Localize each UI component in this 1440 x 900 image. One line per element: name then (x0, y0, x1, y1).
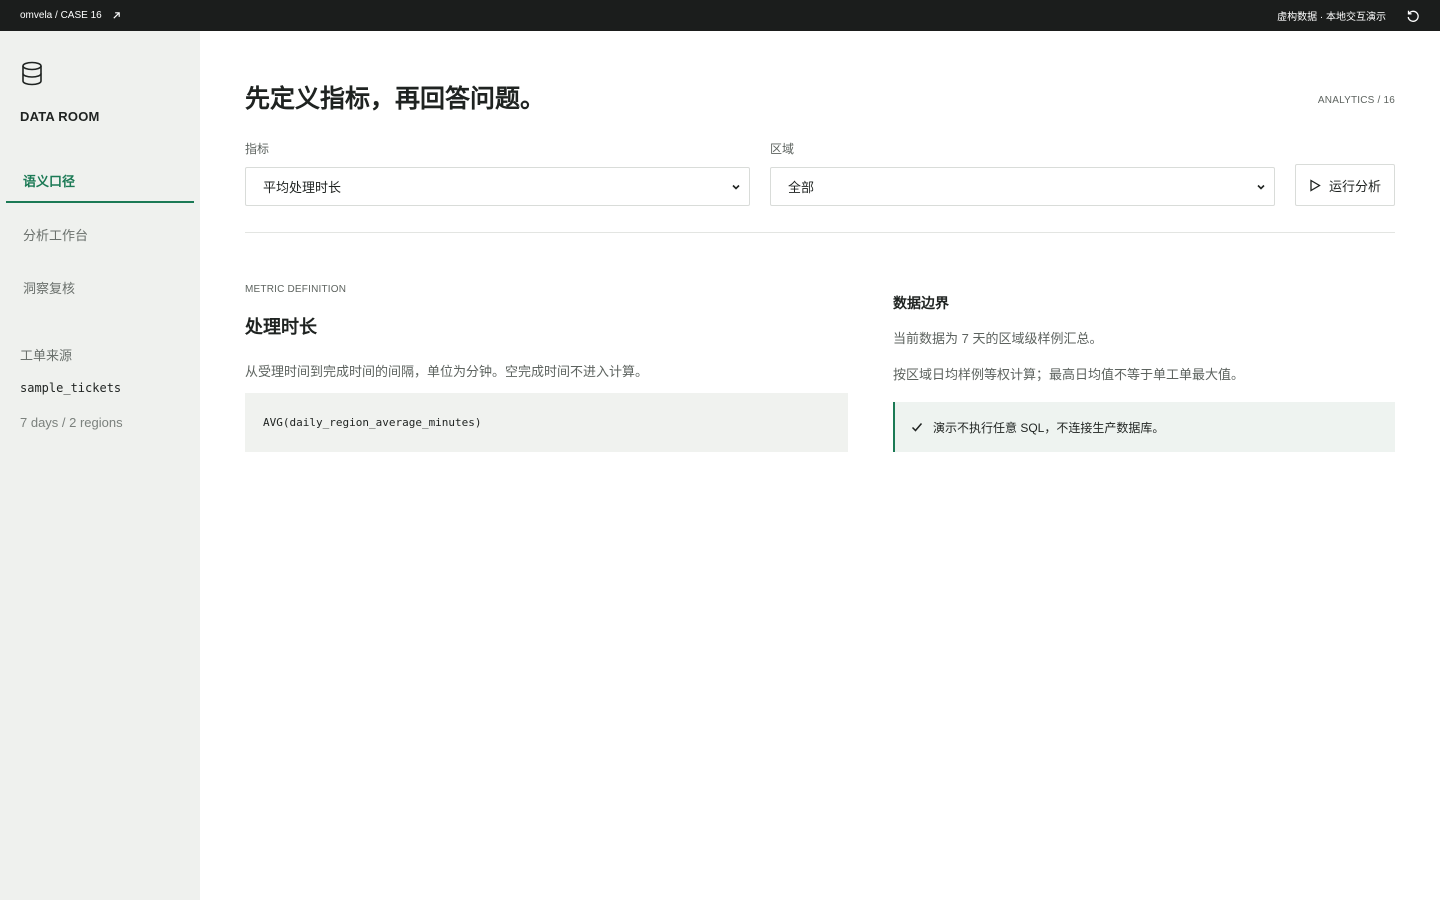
region-select-value: 全部 (788, 180, 815, 195)
sidebar: DATA ROOM 语义口径 分析工作台 洞察复核 工单来源 sample_ti… (0, 31, 200, 900)
nav-item-label: 洞察复核 (23, 280, 76, 296)
metric-label: 指标 (245, 142, 270, 156)
page-title: 先定义指标，再回答问题。 (245, 85, 546, 113)
nav-item-semantics[interactable]: 语义口径 (6, 159, 194, 203)
nav-item-label: 分析工作台 (23, 227, 89, 243)
mode-label: 虚构数据 · 本地交互演示 (1277, 12, 1386, 23)
case-title: omvela / CASE 16 (20, 10, 102, 21)
nav-item-insight-review[interactable]: 洞察复核 (6, 265, 194, 309)
page-code: ANALYTICS / 16 (1317, 95, 1395, 106)
check-icon (911, 423, 923, 432)
sidebar-title: DATA ROOM (20, 109, 100, 124)
safety-note-text: 演示不执行任意 SQL，不连接生产数据库。 (933, 420, 1165, 435)
divider (245, 232, 1395, 233)
metric-select[interactable]: 平均处理时长 (245, 167, 750, 206)
safety-note: 演示不执行任意 SQL，不连接生产数据库。 (893, 402, 1395, 452)
chevron-down-icon (1257, 184, 1265, 190)
source-meta: 7 days / 2 regions (20, 415, 123, 430)
case-link[interactable]: omvela / CASE 16 (20, 10, 121, 21)
run-analysis-button[interactable]: 运行分析 (1295, 164, 1395, 206)
metric-select-value: 平均处理时长 (263, 180, 342, 195)
boundary-line: 当前数据为 7 天的区域级样例汇总。 (893, 331, 1103, 346)
top-bar: omvela / CASE 16 虚构数据 · 本地交互演示 (0, 0, 1440, 31)
run-analysis-label: 运行分析 (1328, 178, 1381, 194)
metric-name: 处理时长 (245, 317, 317, 337)
chevron-down-icon (732, 184, 740, 190)
reload-icon[interactable] (1406, 9, 1420, 23)
nav-item-workbench[interactable]: 分析工作台 (6, 212, 194, 256)
boundary-title: 数据边界 (893, 295, 949, 311)
definition-eyebrow: METRIC DEFINITION (245, 284, 347, 295)
play-icon (1310, 178, 1321, 192)
metric-description: 从受理时间到完成时间的间隔，单位为分钟。空完成时间不进入计算。 (245, 364, 649, 379)
arrow-up-right-icon (113, 12, 120, 19)
nav-item-label: 语义口径 (23, 173, 76, 189)
source-table-name: sample_tickets (20, 381, 122, 395)
formula-code: AVG(daily_region_average_minutes) (263, 416, 482, 429)
formula-code-block: AVG(daily_region_average_minutes) (245, 393, 848, 452)
region-label: 区域 (770, 142, 795, 156)
boundary-line: 按区域日均样例等权计算；最高日均值不等于单工单最大值。 (893, 367, 1245, 382)
database-icon (22, 61, 42, 86)
region-select[interactable]: 全部 (770, 167, 1275, 206)
source-label: 工单来源 (20, 348, 73, 363)
